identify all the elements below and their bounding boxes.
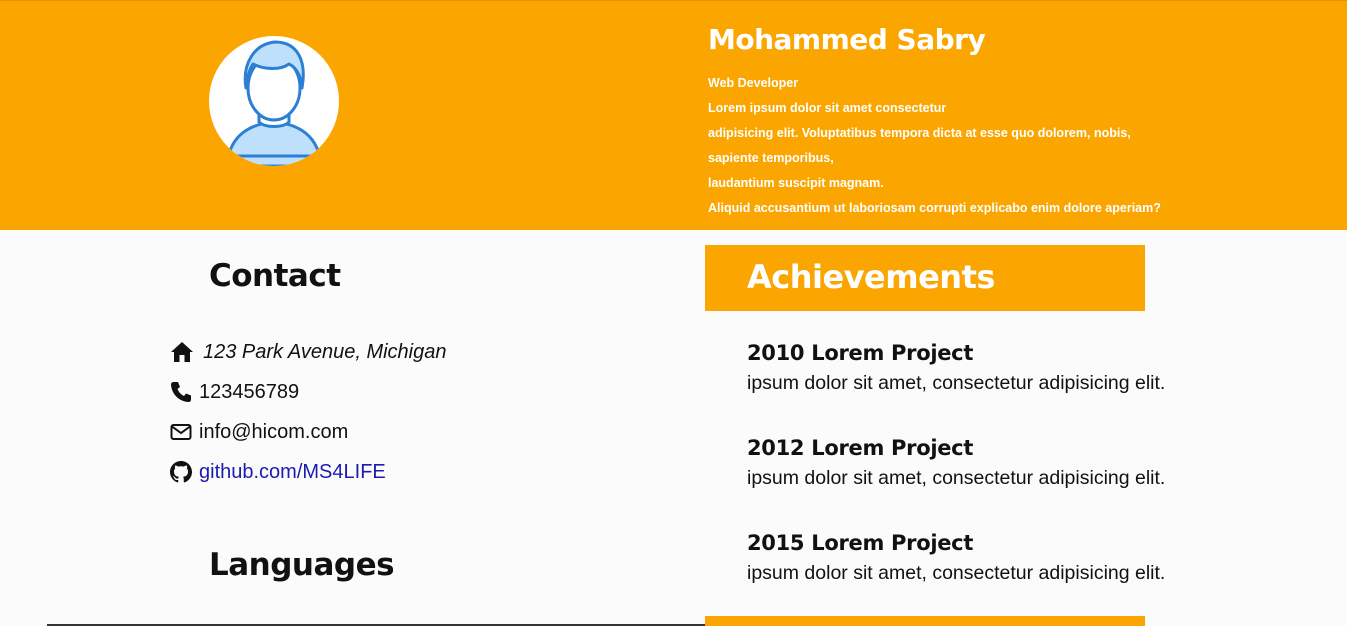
bio-line: sapiente temporibus,	[708, 151, 834, 165]
languages-title: Languages	[209, 547, 395, 583]
achievement-item: 2015 Lorem Project ipsum dolor sit amet,…	[747, 528, 1165, 586]
achievement-desc: ipsum dolor sit amet, consectetur adipis…	[747, 467, 1166, 489]
achievement-title: 2012 Lorem Project	[747, 436, 974, 460]
next-section-banner	[705, 616, 1145, 626]
profile-header: Mohammed Sabry Web Developer Lorem ipsum…	[0, 0, 1347, 230]
achievement-title: 2010 Lorem Project	[747, 341, 974, 365]
github-icon	[170, 460, 194, 484]
bio-line: laudantium suscipit magnam.	[708, 176, 884, 190]
achievement-item: 2012 Lorem Project ipsum dolor sit amet,…	[747, 433, 1165, 491]
achievement-desc: ipsum dolor sit amet, consectetur adipis…	[747, 562, 1166, 584]
achievement-item: 2010 Lorem Project ipsum dolor sit amet,…	[747, 338, 1165, 396]
home-icon	[170, 340, 194, 364]
bio-line-role: Web Developer	[708, 76, 799, 90]
phone-icon	[170, 380, 194, 404]
contact-email: info@hicom.com	[170, 412, 447, 452]
bio-line: Lorem ipsum dolor sit amet consectetur	[708, 101, 947, 115]
achievement-title: 2015 Lorem Project	[747, 531, 974, 555]
profile-bio: Web Developer Lorem ipsum dolor sit amet…	[708, 73, 1228, 223]
contact-list: 123 Park Avenue, Michigan 123456789 info…	[170, 332, 447, 492]
contact-title: Contact	[209, 258, 341, 294]
profile-name: Mohammed Sabry	[708, 23, 986, 56]
achievement-desc: ipsum dolor sit amet, consectetur adipis…	[747, 372, 1166, 394]
user-avatar-icon	[225, 40, 323, 166]
achievements-title: Achievements	[747, 258, 995, 296]
contact-github: github.com/MS4LIFE	[170, 452, 447, 492]
contact-phone: 123456789	[170, 372, 447, 412]
avatar	[209, 36, 339, 166]
envelope-icon	[170, 420, 194, 444]
bio-line: adipisicing elit. Voluptatibus tempora d…	[708, 126, 1131, 140]
contact-address: 123 Park Avenue, Michigan	[170, 332, 447, 372]
github-link[interactable]: github.com/MS4LIFE	[199, 461, 386, 484]
bio-line: Aliquid accusantium ut laboriosam corrup…	[708, 201, 1161, 215]
